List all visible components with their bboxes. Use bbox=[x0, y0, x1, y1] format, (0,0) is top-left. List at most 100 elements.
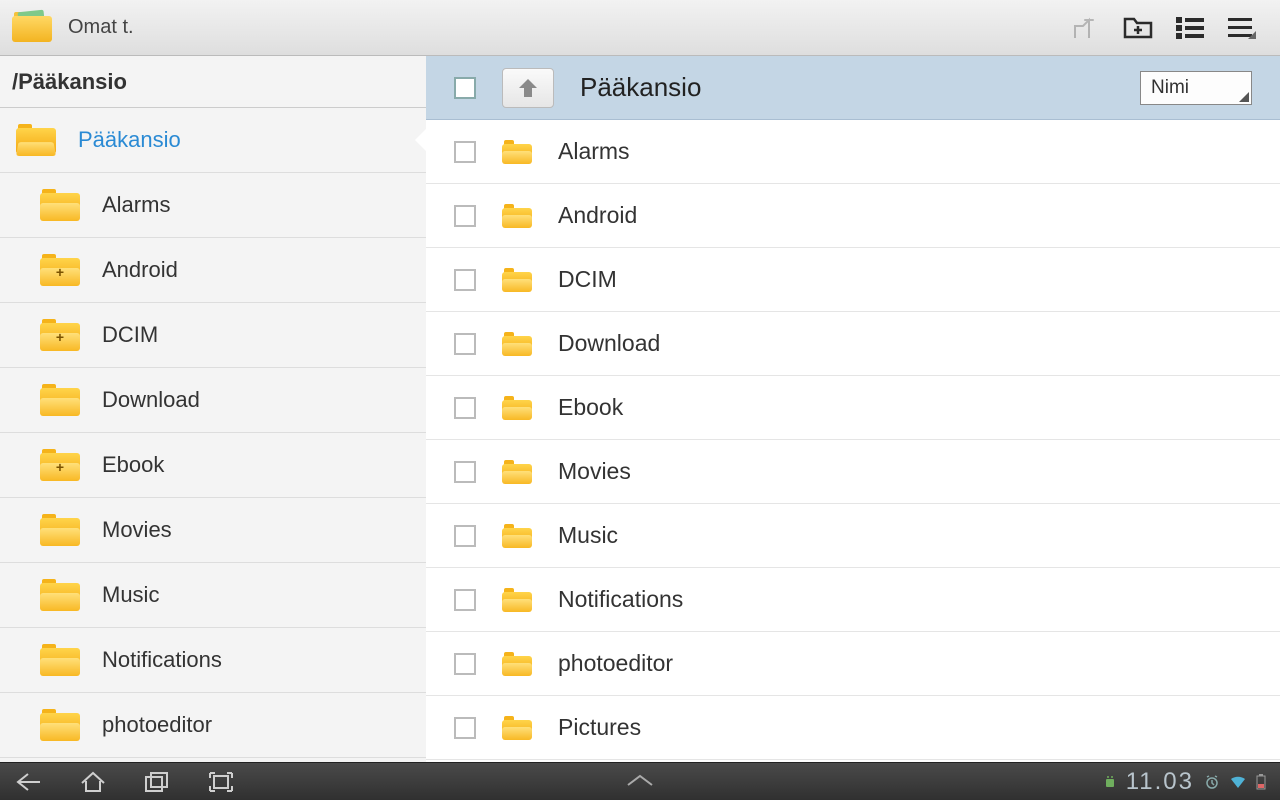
home-button[interactable] bbox=[78, 767, 108, 797]
row-checkbox[interactable] bbox=[454, 397, 476, 419]
folder-icon bbox=[40, 189, 80, 221]
folder-icon bbox=[502, 332, 532, 356]
app-icon bbox=[12, 12, 52, 44]
battery-icon bbox=[1256, 774, 1266, 790]
folder-icon bbox=[502, 652, 532, 676]
folder-icon bbox=[40, 709, 80, 741]
file-name: Alarms bbox=[558, 138, 1252, 165]
file-name: Movies bbox=[558, 458, 1252, 485]
new-folder-icon[interactable] bbox=[1116, 6, 1160, 50]
folder-icon bbox=[40, 579, 80, 611]
folder-icon bbox=[502, 204, 532, 228]
sidebar-item-label: Android bbox=[102, 257, 178, 283]
folder-icon bbox=[502, 588, 532, 612]
list-item[interactable]: photoeditor bbox=[426, 632, 1280, 696]
sidebar-item[interactable]: Notifications bbox=[0, 628, 426, 693]
screenshot-button[interactable] bbox=[206, 767, 236, 797]
list-header: Pääkansio Nimi bbox=[426, 56, 1280, 120]
list-item[interactable]: Notifications bbox=[426, 568, 1280, 632]
folder-icon: + bbox=[40, 449, 80, 481]
list-view-icon[interactable] bbox=[1168, 6, 1212, 50]
folder-icon bbox=[502, 268, 532, 292]
sidebar-item[interactable]: Movies bbox=[0, 498, 426, 563]
folder-icon bbox=[502, 396, 532, 420]
row-checkbox[interactable] bbox=[454, 653, 476, 675]
row-checkbox[interactable] bbox=[454, 269, 476, 291]
list-item[interactable]: Music bbox=[426, 504, 1280, 568]
sidebar-item[interactable]: + DCIM bbox=[0, 303, 426, 368]
list-item[interactable]: Pictures bbox=[426, 696, 1280, 760]
row-checkbox[interactable] bbox=[454, 589, 476, 611]
sidebar-item-label: Download bbox=[102, 387, 200, 413]
list-item[interactable]: Movies bbox=[426, 440, 1280, 504]
select-all-checkbox[interactable] bbox=[454, 77, 476, 99]
file-name: Pictures bbox=[558, 714, 1252, 741]
android-icon bbox=[1104, 775, 1116, 789]
sidebar-item[interactable]: Alarms bbox=[0, 173, 426, 238]
list-item[interactable]: Alarms bbox=[426, 120, 1280, 184]
file-name: Music bbox=[558, 522, 1252, 549]
sidebar-item[interactable]: Music bbox=[0, 563, 426, 628]
sidebar-item-label: Pääkansio bbox=[78, 127, 181, 153]
share-icon[interactable] bbox=[1064, 6, 1108, 50]
current-folder-title: Pääkansio bbox=[580, 72, 1114, 103]
row-checkbox[interactable] bbox=[454, 717, 476, 739]
folder-icon bbox=[40, 644, 80, 676]
file-name: DCIM bbox=[558, 266, 1252, 293]
list-item[interactable]: Download bbox=[426, 312, 1280, 376]
main-panel: Pääkansio Nimi Alarms Android DCIM Download… bbox=[426, 56, 1280, 762]
back-button[interactable] bbox=[14, 767, 44, 797]
sidebar-item-label: Notifications bbox=[102, 647, 222, 673]
folder-icon bbox=[502, 140, 532, 164]
sidebar: /Pääkansio Pääkansio Alarms + Android + DCIM D… bbox=[0, 56, 426, 762]
folder-icon bbox=[16, 124, 56, 156]
row-checkbox[interactable] bbox=[454, 525, 476, 547]
recent-apps-button[interactable] bbox=[142, 767, 172, 797]
sort-label: Nimi bbox=[1151, 77, 1189, 99]
folder-icon: + bbox=[40, 319, 80, 351]
file-name: Download bbox=[558, 330, 1252, 357]
folder-icon: + bbox=[40, 254, 80, 286]
app-topbar: Omat t. bbox=[0, 0, 1280, 56]
folder-icon bbox=[502, 716, 532, 740]
sidebar-item-label: Movies bbox=[102, 517, 172, 543]
breadcrumb[interactable]: /Pääkansio bbox=[0, 56, 426, 108]
app-title: Omat t. bbox=[68, 16, 1064, 39]
sidebar-item[interactable]: Pääkansio bbox=[0, 108, 426, 173]
file-name: Android bbox=[558, 202, 1252, 229]
file-name: photoeditor bbox=[558, 650, 1252, 677]
expand-notifications-icon[interactable] bbox=[626, 773, 654, 792]
sidebar-item[interactable]: photoeditor bbox=[0, 693, 426, 758]
file-list: Pääkansio Nimi Alarms Android DCIM Download… bbox=[426, 56, 1280, 762]
row-checkbox[interactable] bbox=[454, 141, 476, 163]
folder-icon bbox=[502, 524, 532, 548]
sidebar-item-label: Music bbox=[102, 582, 159, 608]
file-name: Notifications bbox=[558, 586, 1252, 613]
clock-time: 11.03 bbox=[1126, 768, 1194, 796]
sidebar-item[interactable]: + Android bbox=[0, 238, 426, 303]
go-up-button[interactable] bbox=[502, 68, 554, 108]
alarm-icon bbox=[1204, 774, 1220, 790]
status-area[interactable]: 11.03 bbox=[1104, 763, 1266, 800]
folder-icon bbox=[40, 384, 80, 416]
list-item[interactable]: Android bbox=[426, 184, 1280, 248]
file-name: Ebook bbox=[558, 394, 1252, 421]
sidebar-item-label: Alarms bbox=[102, 192, 170, 218]
list-item[interactable]: Ebook bbox=[426, 376, 1280, 440]
sidebar-item-label: Ebook bbox=[102, 452, 164, 478]
list-item[interactable]: DCIM bbox=[426, 248, 1280, 312]
row-checkbox[interactable] bbox=[454, 205, 476, 227]
sidebar-item[interactable]: + Ebook bbox=[0, 433, 426, 498]
system-navbar: 11.03 bbox=[0, 762, 1280, 800]
sidebar-item-label: DCIM bbox=[102, 322, 158, 348]
row-checkbox[interactable] bbox=[454, 461, 476, 483]
sort-dropdown[interactable]: Nimi bbox=[1140, 71, 1252, 105]
folder-icon bbox=[502, 460, 532, 484]
row-checkbox[interactable] bbox=[454, 333, 476, 355]
sidebar-item[interactable]: Download bbox=[0, 368, 426, 433]
folder-icon bbox=[40, 514, 80, 546]
folder-tree: Pääkansio Alarms + Android + DCIM Download + Ebo… bbox=[0, 108, 426, 762]
menu-icon[interactable] bbox=[1220, 6, 1264, 50]
sidebar-item-label: photoeditor bbox=[102, 712, 212, 738]
wifi-icon bbox=[1230, 775, 1246, 789]
